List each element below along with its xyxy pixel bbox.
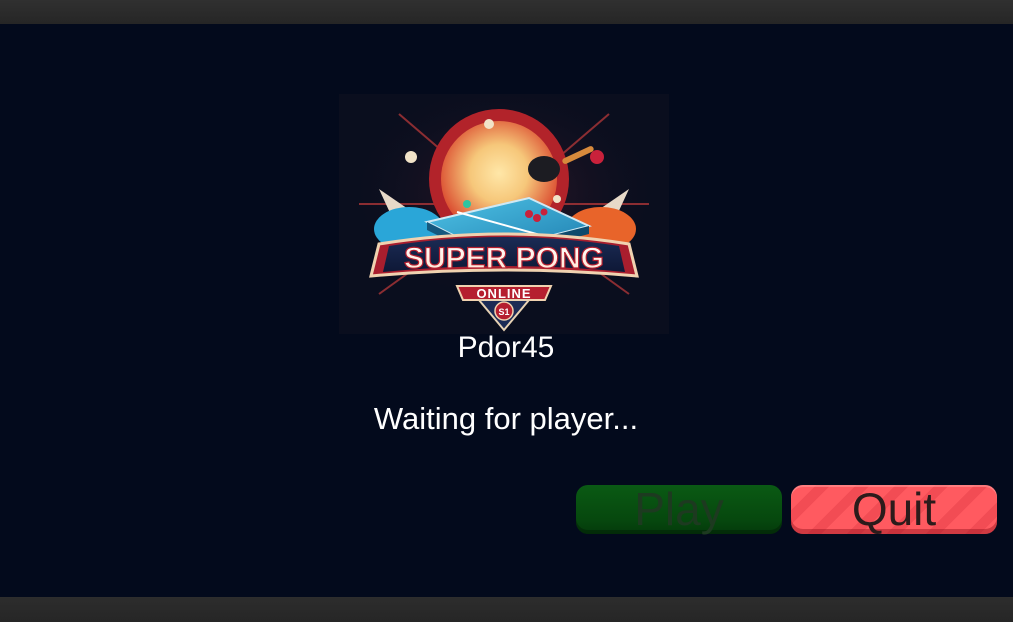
logo-title-text: SUPER PONG	[404, 242, 604, 275]
player-name-label: Pdor45	[457, 331, 555, 364]
logo-subtitle-text: ONLINE	[476, 286, 531, 301]
play-button[interactable]: Play	[576, 485, 782, 534]
game-view: SUPER PONG ONLINE S1 Pdor45 Waiting for …	[0, 24, 1013, 597]
top-letterbox-bar	[0, 0, 1013, 24]
quit-button[interactable]: Quit	[791, 485, 997, 534]
logo-badge-text: S1	[498, 307, 509, 317]
game-logo-art: SUPER PONG ONLINE S1	[339, 94, 669, 334]
waiting-status-text: Waiting for player...	[373, 401, 639, 436]
bottom-letterbox-bar	[0, 597, 1013, 622]
game-logo: SUPER PONG ONLINE S1	[339, 94, 669, 334]
